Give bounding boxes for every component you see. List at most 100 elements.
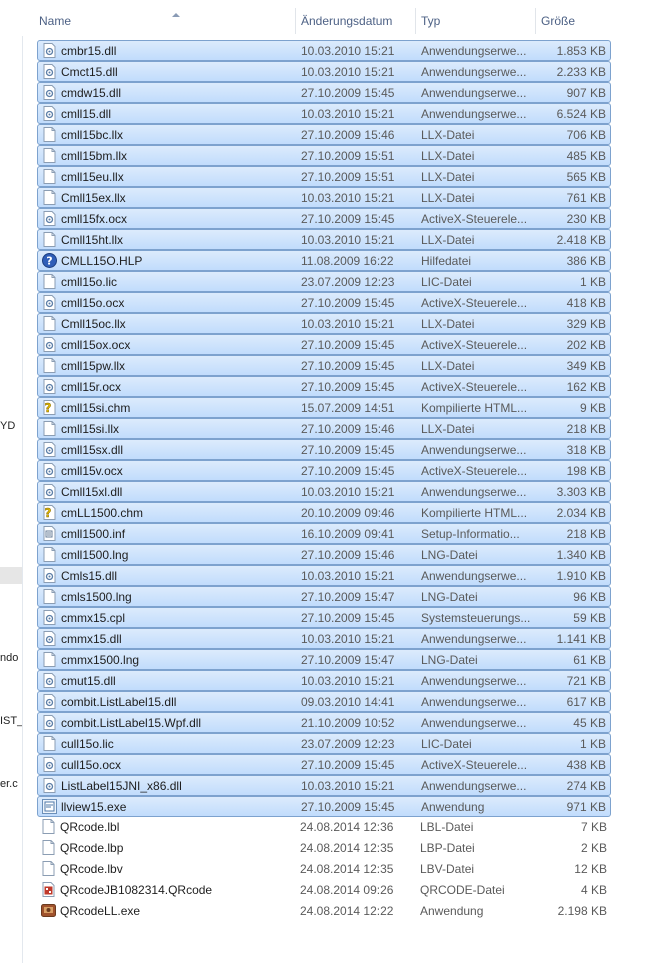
generic-file-icon xyxy=(42,274,57,289)
file-row[interactable]: combit.ListLabel15.Wpf.dll 21.10.2009 10:… xyxy=(37,712,611,733)
file-name: QRcodeJB1082314.QRcode xyxy=(60,883,213,897)
file-type: LLX-Datei xyxy=(421,128,475,142)
svg-text:?: ? xyxy=(45,506,52,520)
file-list: cmbr15.dll 10.03.2010 15:21 Anwendungserwe… xyxy=(37,40,611,922)
dll-file-icon xyxy=(42,757,57,772)
file-row[interactable]: cmls1500.lng 27.10.2009 15:47 LNG-Datei 96 … xyxy=(37,586,611,607)
dll-file-icon xyxy=(42,715,57,730)
file-modified-date: 15.07.2009 14:51 xyxy=(301,401,395,415)
navigation-pane[interactable]: YD ndo IST_ er.c xyxy=(0,0,23,963)
file-name: cmll15fx.ocx xyxy=(61,212,128,226)
file-row[interactable]: Cmll15xl.dll 10.03.2010 15:21 Anwendungser… xyxy=(37,481,611,502)
file-row[interactable]: ? cmll15si.chm 15.07.2009 14:51 Kompilierte… xyxy=(37,397,611,418)
file-size: 3.303 KB xyxy=(556,485,606,499)
column-header-date-label: Änderungsdatum xyxy=(301,14,393,28)
file-modified-date: 10.03.2010 15:21 xyxy=(301,317,395,331)
file-name: combit.ListLabel15.dll xyxy=(61,695,177,709)
file-name: QRcodeLL.exe xyxy=(60,904,141,918)
file-size: 1 KB xyxy=(579,275,606,289)
file-type: LLX-Datei xyxy=(421,170,475,184)
file-modified-date: 11.08.2009 16:22 xyxy=(301,254,394,268)
file-size: 45 KB xyxy=(573,716,606,730)
column-header-date[interactable]: Änderungsdatum xyxy=(296,8,416,34)
file-type: LLX-Datei xyxy=(421,359,475,373)
dll-file-icon xyxy=(42,631,57,646)
file-row[interactable]: cmll15r.ocx 27.10.2009 15:45 ActiveX-Steue… xyxy=(37,376,611,397)
file-size: 61 KB xyxy=(573,653,606,667)
chm-help-icon: ? xyxy=(42,400,57,415)
file-row[interactable]: cmll1500.inf 16.10.2009 09:41 Setup-Inform… xyxy=(37,523,611,544)
file-row[interactable]: cmll15bc.llx 27.10.2009 15:46 LLX-Datei 706… xyxy=(37,124,611,145)
file-size: 1 KB xyxy=(579,737,606,751)
dll-file-icon xyxy=(42,778,57,793)
file-modified-date: 10.03.2010 15:21 xyxy=(301,485,395,499)
file-row[interactable]: cmll15eu.llx 27.10.2009 15:51 LLX-Datei 565… xyxy=(37,166,611,187)
file-row[interactable]: cmut15.dll 10.03.2010 15:21 Anwendungserwe… xyxy=(37,670,611,691)
file-row[interactable]: cull15o.lic 23.07.2009 12:23 LIC-Datei 1 KB xyxy=(37,733,611,754)
file-name: Cmll15ht.llx xyxy=(61,233,124,247)
file-row[interactable]: ? CMLL15O.HLP 11.08.2009 16:22 Hilfedatei 38… xyxy=(37,250,611,271)
file-row[interactable]: cmll15v.ocx 27.10.2009 15:45 ActiveX-Steue… xyxy=(37,460,611,481)
file-row[interactable]: llview15.exe 27.10.2009 15:45 Anwendung 971… xyxy=(37,796,611,817)
file-row[interactable]: ListLabel15JNI_x86.dll 10.03.2010 15:21 An… xyxy=(37,775,611,796)
file-row[interactable]: QRcode.lbl 24.08.2014 12:36 LBL-Datei 7 KB xyxy=(37,817,611,838)
file-name: cmll15o.lic xyxy=(61,275,118,289)
file-row[interactable]: cmmx1500.lng 27.10.2009 15:47 LNG-Datei 61 … xyxy=(37,649,611,670)
file-size: 329 KB xyxy=(566,317,606,331)
file-modified-date: 20.10.2009 09:46 xyxy=(301,506,395,520)
generic-file-icon xyxy=(42,547,57,562)
file-row[interactable]: cmll15.dll 10.03.2010 15:21 Anwendungserwe… xyxy=(37,103,611,124)
file-row[interactable]: Cmct15.dll 10.03.2010 15:21 Anwendungserwe… xyxy=(37,61,611,82)
nav-item-fragment[interactable]: IST_ xyxy=(0,715,22,727)
file-modified-date: 24.08.2014 12:22 xyxy=(300,904,394,918)
file-row[interactable]: cmdw15.dll 27.10.2009 15:45 Anwendungserwe… xyxy=(37,82,611,103)
file-row[interactable]: QRcode.lbp 24.08.2014 12:35 LBP-Datei 2 KB xyxy=(37,838,611,859)
file-name: cmll15si.chm xyxy=(61,401,131,415)
file-name: QRcode.lbl xyxy=(60,820,120,834)
file-row[interactable]: Cmls15.dll 10.03.2010 15:21 Anwendungserwe… xyxy=(37,565,611,586)
file-name: cmbr15.dll xyxy=(61,44,117,58)
nav-item-fragment[interactable]: ndo xyxy=(0,652,18,664)
file-row[interactable]: cmll15ox.ocx 27.10.2009 15:45 ActiveX-Steu… xyxy=(37,334,611,355)
file-type: ActiveX-Steuerele... xyxy=(421,464,528,478)
nav-selected-item[interactable] xyxy=(0,567,22,584)
file-row[interactable]: cull15o.ocx 27.10.2009 15:45 ActiveX-Steue… xyxy=(37,754,611,775)
file-row[interactable]: cmll15pw.llx 27.10.2009 15:45 LLX-Datei 349… xyxy=(37,355,611,376)
file-row[interactable]: cmll15bm.llx 27.10.2009 15:51 LLX-Datei 485… xyxy=(37,145,611,166)
nav-item-fragment[interactable]: er.c xyxy=(0,778,18,790)
generic-file-icon xyxy=(42,652,57,667)
file-row[interactable]: QRcodeLL.exe 24.08.2014 12:22 Anwendung 2.1… xyxy=(37,901,611,922)
file-row[interactable]: cmbr15.dll 10.03.2010 15:21 Anwendungserwe… xyxy=(37,40,611,61)
file-name: cmdw15.dll xyxy=(61,86,122,100)
file-row[interactable]: cmll15o.lic 23.07.2009 12:23 LIC-Datei 1 KB xyxy=(37,271,611,292)
file-name: QRcode.lbv xyxy=(60,862,123,876)
file-row[interactable]: cmll15fx.ocx 27.10.2009 15:45 ActiveX-Steu… xyxy=(37,208,611,229)
column-header-name[interactable]: Name xyxy=(34,8,296,34)
column-header-type[interactable]: Typ xyxy=(416,8,536,34)
file-row[interactable]: Cmll15oc.llx 10.03.2010 15:21 LLX-Datei 329… xyxy=(37,313,611,334)
file-row[interactable]: Cmll15ex.llx 10.03.2010 15:21 LLX-Datei 761… xyxy=(37,187,611,208)
file-row[interactable]: Cmll15ht.llx 10.03.2010 15:21 LLX-Datei 2.4… xyxy=(37,229,611,250)
file-row[interactable]: cmmx15.dll 10.03.2010 15:21 Anwendungserwe… xyxy=(37,628,611,649)
file-size: 4 KB xyxy=(580,883,607,897)
nav-item-fragment[interactable]: YD xyxy=(0,420,15,432)
file-name: cmmx1500.lng xyxy=(61,653,140,667)
file-row[interactable]: QRcode.lbv 24.08.2014 12:35 LBV-Datei 12 KB xyxy=(37,859,611,880)
file-size: 274 KB xyxy=(566,779,606,793)
vertical-scrollbar-area[interactable] xyxy=(642,0,656,963)
qrcode-file-icon xyxy=(41,882,56,897)
file-row[interactable]: ? cmLL1500.chm 20.10.2009 09:46 Kompilierte… xyxy=(37,502,611,523)
file-type: Systemsteuerungs... xyxy=(421,611,531,625)
file-modified-date: 27.10.2009 15:45 xyxy=(301,212,395,226)
file-row[interactable]: cmll15si.llx 27.10.2009 15:46 LLX-Datei 218… xyxy=(37,418,611,439)
file-row[interactable]: cmll15o.ocx 27.10.2009 15:45 ActiveX-Steue… xyxy=(37,292,611,313)
file-row[interactable]: QRcodeJB1082314.QRcode 24.08.2014 09:26 QR… xyxy=(37,880,611,901)
file-row[interactable]: combit.ListLabel15.dll 09.03.2010 14:41 An… xyxy=(37,691,611,712)
file-row[interactable]: cmll15sx.dll 27.10.2009 15:45 Anwendungser… xyxy=(37,439,611,460)
file-row[interactable]: cmll1500.lng 27.10.2009 15:46 LNG-Datei 1.3… xyxy=(37,544,611,565)
column-header-size[interactable]: Größe xyxy=(536,8,642,34)
file-modified-date: 10.03.2010 15:21 xyxy=(301,65,395,79)
file-modified-date: 21.10.2009 10:52 xyxy=(301,716,395,730)
file-row[interactable]: cmmx15.cpl 27.10.2009 15:45 Systemsteuerun… xyxy=(37,607,611,628)
file-size: 2.233 KB xyxy=(556,65,606,79)
